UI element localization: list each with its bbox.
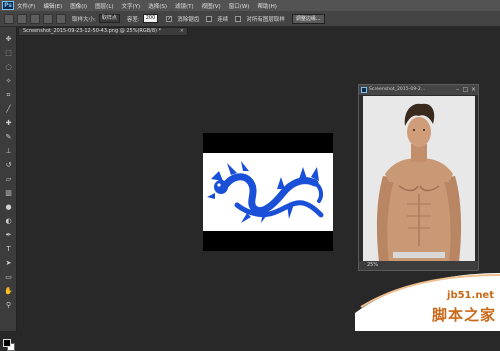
sample-size-label: 取样大小: <box>72 16 96 23</box>
menu-layer[interactable]: 图层(L) <box>95 2 113 10</box>
close-window-icon[interactable]: × <box>470 86 477 93</box>
marquee-icon[interactable]: ⬚ <box>3 49 14 57</box>
contiguous-checkbox[interactable] <box>206 15 213 22</box>
canvas-image[interactable] <box>203 133 333 251</box>
maximize-icon[interactable]: □ <box>462 86 469 93</box>
sample-size-select[interactable]: 取样点 <box>98 14 120 23</box>
zoom-level[interactable]: 25% <box>367 262 378 268</box>
watermark-title: 脚本之家 <box>431 306 496 324</box>
add-selection-icon[interactable] <box>30 13 40 24</box>
floating-document-window[interactable]: Screenshot_2015-09-2... – □ × 25% <box>358 84 479 271</box>
tolerance-label: 容差: <box>126 16 140 23</box>
watermark: jb51.net 脚本之家 <box>355 273 500 331</box>
new-selection-icon[interactable] <box>17 13 27 24</box>
menu-image[interactable]: 图像(I) <box>70 2 87 10</box>
tolerance-input[interactable]: 200 <box>142 14 159 23</box>
intersect-selection-icon[interactable] <box>56 13 66 24</box>
shape-icon[interactable]: ▭ <box>3 273 14 281</box>
document-tab-label: Screenshot_2015-09-23-12-50-43.png @ 25%… <box>23 28 162 34</box>
subtract-selection-icon[interactable] <box>43 13 53 24</box>
zoom-icon[interactable]: ⚲ <box>3 301 14 309</box>
portrait-photo <box>363 96 475 262</box>
document-tab-row: Screenshot_2015-09-23-12-50-43.png @ 25%… <box>18 27 500 36</box>
gradient-icon[interactable]: ▥ <box>3 189 14 197</box>
options-bar: 取样大小: 取样点 容差: 200 ✓ 消除锯齿 连续 对所有图层取样 调整边缘… <box>0 11 500 27</box>
brush-icon[interactable]: ✎ <box>3 133 14 141</box>
refine-edge-button[interactable]: 调整边缘... <box>291 13 325 24</box>
menu-help[interactable]: 帮助(H) <box>257 2 276 10</box>
tools-panel: ✥ ⬚ ◌ ✧ ⌗ ╱ ✚ ✎ ⊥ ↺ ▱ ▥ ● ◐ ✒ T ➤ ▭ ✋ ⚲ <box>0 27 17 351</box>
menu-view[interactable]: 视图(V) <box>202 2 221 10</box>
hand-icon[interactable]: ✋ <box>3 287 14 295</box>
eraser-icon[interactable]: ▱ <box>3 175 14 183</box>
contiguous-label: 连续 <box>217 16 229 23</box>
menu-filter[interactable]: 滤镜(T) <box>175 2 194 10</box>
document-tab[interactable]: Screenshot_2015-09-23-12-50-43.png @ 25%… <box>18 27 188 36</box>
photoshop-logo: Ps <box>2 1 14 10</box>
blur-icon[interactable]: ● <box>3 203 14 211</box>
minimize-icon[interactable]: – <box>454 86 461 93</box>
canvas-white-area <box>203 153 333 231</box>
dodge-icon[interactable]: ◐ <box>3 217 14 225</box>
pen-icon[interactable]: ✒ <box>3 231 14 239</box>
menu-edit[interactable]: 编辑(E) <box>43 2 62 10</box>
floating-window-status-bar: 25% <box>359 261 478 270</box>
crop-icon[interactable]: ⌗ <box>3 91 14 99</box>
menu-select[interactable]: 选择(S) <box>148 2 167 10</box>
antialias-checkbox[interactable]: ✓ <box>166 15 173 22</box>
menu-type[interactable]: 文字(Y) <box>122 2 141 10</box>
menu-window[interactable]: 窗口(W) <box>229 2 250 10</box>
photoshop-doc-icon <box>361 87 367 93</box>
menu-file[interactable]: 文件(F) <box>17 2 35 10</box>
history-brush-icon[interactable]: ↺ <box>3 161 14 169</box>
eyedropper-icon[interactable]: ╱ <box>3 105 14 113</box>
menu-bar: Ps 文件(F) 编辑(E) 图像(I) 图层(L) 文字(Y) 选择(S) 滤… <box>0 0 500 11</box>
watermark-url: jb51.net <box>447 290 494 301</box>
clone-stamp-icon[interactable]: ⊥ <box>3 147 14 155</box>
tool-preset-icon[interactable] <box>4 13 14 24</box>
antialias-label: 消除锯齿 <box>177 16 200 23</box>
type-icon[interactable]: T <box>3 245 14 253</box>
floating-window-title: Screenshot_2015-09-2... <box>369 87 426 92</box>
close-icon[interactable]: × <box>180 28 184 35</box>
path-select-icon[interactable]: ➤ <box>3 259 14 267</box>
blue-dragon-image <box>207 161 324 223</box>
all-layers-label: 对所有图层取样 <box>246 16 285 23</box>
move-icon[interactable]: ✥ <box>3 35 14 43</box>
foreground-color-swatch[interactable] <box>3 339 11 347</box>
magic-wand-icon[interactable]: ✧ <box>3 77 14 85</box>
man-portrait-image <box>363 96 475 262</box>
healing-icon[interactable]: ✚ <box>3 119 14 127</box>
all-layers-checkbox[interactable] <box>235 15 242 22</box>
lasso-icon[interactable]: ◌ <box>3 63 14 71</box>
